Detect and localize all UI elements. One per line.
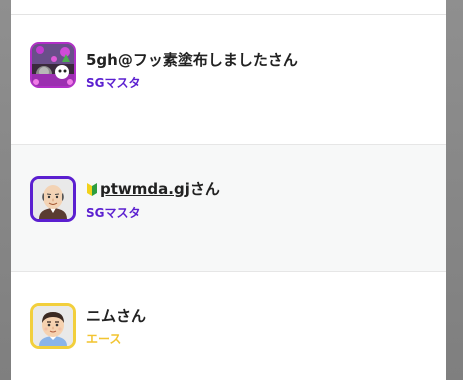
member-honorific: さん	[267, 51, 298, 69]
member-honorific: さん	[116, 307, 147, 325]
member-name: 5gh@フッ素塗布しました さん	[86, 49, 298, 70]
game-character-avatar	[30, 42, 76, 88]
beginner-leaf-icon	[86, 181, 98, 197]
member-name: ニム さん	[86, 305, 146, 326]
member-name: ptwmda.gj さん	[86, 178, 220, 199]
member-name-text: ニム	[86, 307, 117, 325]
member-rank: SGマスタ	[86, 206, 141, 220]
member-row[interactable]: 5gh@フッ素塗布しました さん SGマスタ	[11, 15, 446, 145]
member-rank: SGマスタ	[86, 76, 141, 90]
member-handle-link[interactable]: ptwmda.gj	[100, 180, 190, 198]
overlay-left-edge	[0, 0, 11, 380]
member-row[interactable]: ニム さん エース	[11, 272, 446, 380]
member-list: 5gh@フッ素塗布しました さん SGマスタ ptwmda.gj さん SGマス…	[11, 0, 446, 380]
member-row[interactable]: ptwmda.gj さん SGマスタ	[11, 145, 446, 272]
overlay-right-edge	[446, 0, 463, 380]
member-honorific: さん	[189, 180, 220, 198]
member-name-text: 5gh@フッ素塗布しました	[86, 51, 268, 69]
boy-avatar	[30, 303, 76, 349]
list-top-partial-row	[11, 0, 446, 15]
bald-man-avatar	[30, 176, 76, 222]
member-rank: エース	[86, 332, 122, 346]
